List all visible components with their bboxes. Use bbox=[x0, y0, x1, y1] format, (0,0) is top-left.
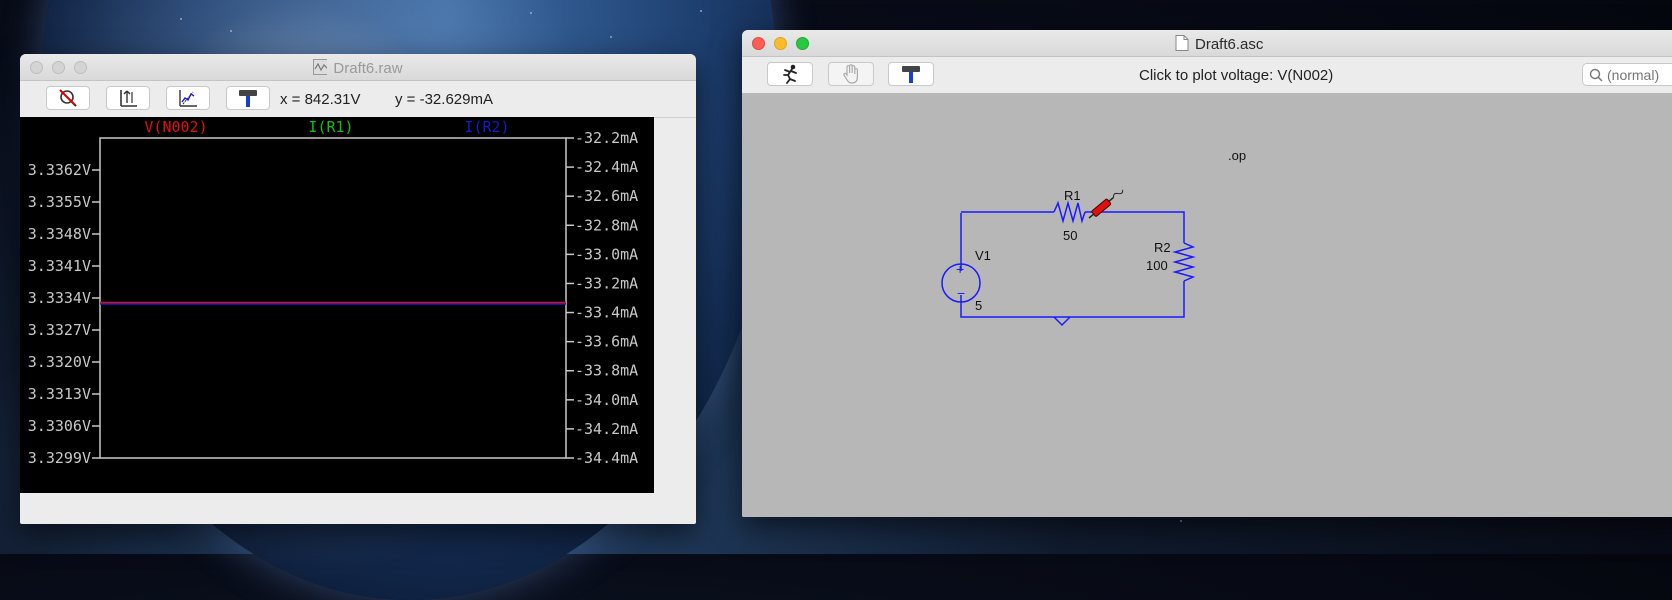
right-tick-label: -32.2mA bbox=[575, 129, 638, 147]
legend-entry: I(R2) bbox=[464, 118, 509, 136]
window-title: Draft6.raw bbox=[20, 59, 696, 77]
hammer-icon bbox=[239, 90, 257, 107]
left-tick-label: 3.3299V bbox=[28, 449, 91, 467]
zoom-cancel-button[interactable] bbox=[46, 86, 90, 110]
window-title: Draft6.asc bbox=[1175, 35, 1672, 53]
schematic-titlebar[interactable]: Draft6.asc bbox=[742, 30, 1672, 57]
voltage-probe-icon bbox=[1088, 189, 1124, 219]
autorange-button[interactable] bbox=[106, 86, 150, 110]
right-tick-label: -32.8mA bbox=[575, 216, 638, 234]
right-tick-label: -34.2mA bbox=[575, 420, 638, 438]
schematic-canvas[interactable]: .op R1 50 R2 100 + − V1 5 bbox=[742, 93, 1672, 517]
right-tick-label: -32.6mA bbox=[575, 187, 638, 205]
right-tick-label: -33.0mA bbox=[575, 245, 638, 263]
pan-button[interactable] bbox=[828, 62, 874, 86]
hammer-button[interactable] bbox=[888, 62, 934, 86]
status-text: Click to plot voltage: V(N002) bbox=[1139, 67, 1334, 84]
plus-sign: + bbox=[956, 261, 964, 277]
v1-value: 5 bbox=[975, 298, 982, 313]
r2-value: 100 bbox=[1146, 258, 1168, 273]
resistor-r1[interactable]: R1 50 bbox=[1053, 188, 1086, 243]
zoom-cancel-icon bbox=[59, 89, 77, 107]
plot-frame bbox=[99, 137, 567, 459]
autorange-icon bbox=[120, 90, 137, 107]
legend-entry: V(N002) bbox=[144, 118, 207, 136]
op-directive[interactable]: .op bbox=[1228, 148, 1246, 163]
v1-label: V1 bbox=[975, 248, 991, 263]
right-tick-label: -33.8mA bbox=[575, 362, 638, 380]
right-tick-label: -34.0mA bbox=[575, 391, 638, 409]
plot-area[interactable]: V(N002) I(R1) I(R2) 3.3362V 3.3355V 3.3348V 3.… bbox=[20, 117, 654, 493]
schematic-toolbar: Click to plot voltage: V(N002) bbox=[742, 57, 1672, 94]
run-icon bbox=[783, 64, 797, 84]
cursor-y-readout: y = -32.629mA bbox=[395, 91, 493, 108]
zoom-button[interactable] bbox=[796, 37, 809, 50]
left-tick-label: 3.3334V bbox=[28, 289, 91, 307]
left-tick-label: 3.3327V bbox=[28, 321, 91, 339]
zoom-full-icon bbox=[179, 90, 197, 107]
run-button[interactable] bbox=[767, 62, 813, 86]
close-button[interactable] bbox=[752, 37, 765, 50]
left-tick-label: 3.3306V bbox=[28, 417, 91, 435]
document-icon bbox=[1175, 35, 1189, 51]
waveform-titlebar[interactable]: Draft6.raw bbox=[20, 54, 696, 81]
left-tick-label: 3.3313V bbox=[28, 385, 91, 403]
right-tick-label: -33.2mA bbox=[575, 274, 638, 292]
left-tick-label: 3.3341V bbox=[28, 257, 91, 275]
schematic-window: Draft6.asc Click to plot voltage: V(N002… bbox=[742, 30, 1672, 517]
hammer-button[interactable] bbox=[226, 86, 270, 110]
resistor-r2[interactable]: R2 100 bbox=[1146, 240, 1196, 282]
r1-value: 50 bbox=[1063, 228, 1077, 243]
legend-entry: I(R1) bbox=[308, 118, 353, 136]
r1-label: R1 bbox=[1064, 188, 1081, 203]
search-field[interactable] bbox=[1582, 63, 1672, 86]
voltage-source-v1[interactable]: + − V1 5 bbox=[941, 248, 991, 313]
minus-sign: − bbox=[957, 285, 965, 301]
right-tick-label: -34.4mA bbox=[575, 449, 638, 467]
ground-symbol[interactable] bbox=[1053, 316, 1071, 327]
search-input[interactable] bbox=[1607, 67, 1672, 83]
left-tick-label: 3.3348V bbox=[28, 225, 91, 243]
hammer-icon bbox=[902, 66, 920, 83]
r2-label: R2 bbox=[1154, 240, 1171, 255]
cursor-x-readout: x = 842.31V bbox=[280, 91, 361, 108]
right-tick-label: -33.4mA bbox=[575, 304, 638, 322]
zoom-full-button[interactable] bbox=[166, 86, 210, 110]
waveform-toolbar: x = 842.31V y = -32.629mA bbox=[20, 81, 696, 118]
left-tick-label: 3.3362V bbox=[28, 161, 91, 179]
waveform-plot[interactable]: V(N002) I(R1) I(R2) 3.3362V 3.3355V 3.3348V 3.… bbox=[20, 117, 654, 493]
right-tick-label: -32.4mA bbox=[575, 158, 638, 176]
circuit-schematic[interactable]: .op R1 50 R2 100 + − V1 5 bbox=[742, 93, 1672, 517]
waveform-window: Draft6.raw x = 842.31V y = -32.629mA V(N… bbox=[20, 54, 696, 524]
right-tick-label: -33.6mA bbox=[575, 333, 638, 351]
left-tick-label: 3.3355V bbox=[28, 193, 91, 211]
search-icon bbox=[1589, 68, 1603, 82]
hand-icon bbox=[843, 64, 858, 84]
minimize-button[interactable] bbox=[774, 37, 787, 50]
waveform-file-icon bbox=[313, 59, 328, 75]
left-tick-label: 3.3320V bbox=[28, 353, 91, 371]
